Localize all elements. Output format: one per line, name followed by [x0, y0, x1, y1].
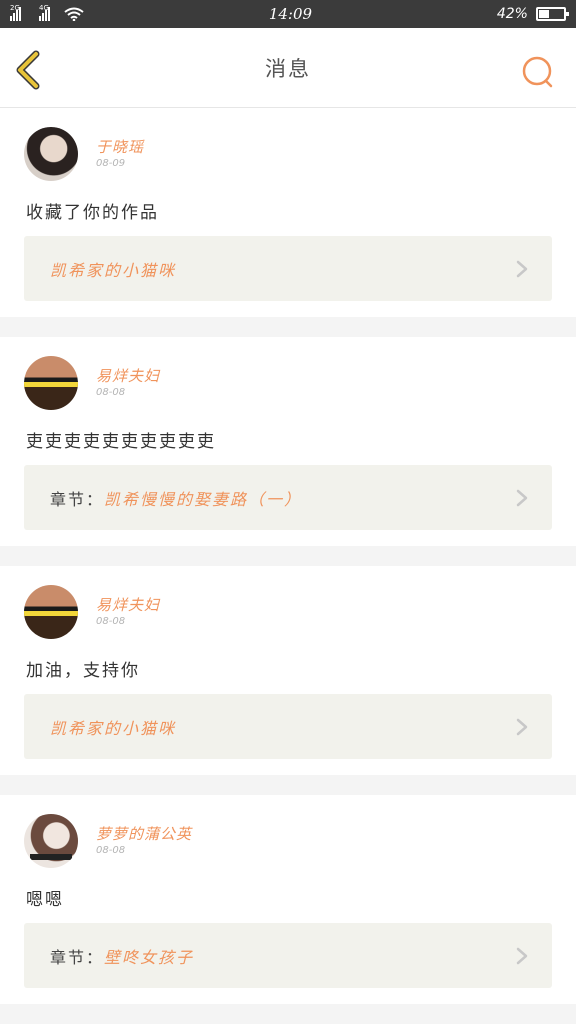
message-content: 加油，支持你	[26, 661, 140, 681]
message-date: 08-09	[96, 158, 126, 169]
message-card: 于晓瑶 08-09 收藏了你的作品 凯希家的小猫咪	[0, 108, 576, 317]
battery-icon	[535, 7, 569, 21]
ref-title: 凯希家的小猫咪	[50, 260, 177, 280]
signal-icon-1: 2G	[10, 4, 21, 21]
message-date: 08-08	[96, 845, 126, 856]
message-card: 易烊夫妇 08-08 加油，支持你 凯希家的小猫咪	[0, 566, 576, 775]
referenced-work[interactable]: 凯希家的小猫咪	[24, 694, 552, 759]
message-card: 萝萝的蒲公英 08-08 嗯嗯 章节： 壁咚女孩子	[0, 795, 576, 1004]
message-content: 收藏了你的作品	[26, 203, 159, 223]
ref-title: 凯希家的小猫咪	[50, 718, 177, 738]
search-button[interactable]	[520, 54, 556, 90]
battery-area: 42%	[496, 6, 569, 22]
clock: 14:09	[268, 5, 313, 23]
chevron-right-icon	[516, 260, 528, 278]
referenced-chapter[interactable]: 章节： 凯希慢慢的娶妻路（一）	[24, 465, 552, 530]
message-date: 08-08	[96, 616, 126, 627]
ref-prefix: 章节：	[50, 489, 105, 509]
chevron-right-icon	[516, 947, 528, 965]
avatar[interactable]	[24, 356, 78, 410]
signal-indicators: 2G 4G	[10, 4, 84, 21]
status-bar: 2G 4G 14:09 42%	[0, 0, 576, 28]
avatar[interactable]	[24, 585, 78, 639]
referenced-work[interactable]: 凯希家的小猫咪	[24, 236, 552, 301]
wifi-icon	[64, 7, 84, 21]
username[interactable]: 易烊夫妇	[96, 365, 160, 386]
network-label-1: 2G	[10, 4, 20, 12]
signal-icon-2: 4G	[39, 4, 50, 21]
username[interactable]: 易烊夫妇	[96, 594, 160, 615]
message-date: 08-08	[96, 387, 126, 398]
ref-prefix: 章节：	[50, 947, 105, 967]
message-content: 嗯嗯	[26, 890, 64, 910]
username[interactable]: 于晓瑶	[96, 136, 144, 157]
ref-title: 凯希慢慢的娶妻路（一）	[104, 489, 303, 509]
message-content: 吏吏吏吏吏吏吏吏吏吏	[26, 432, 216, 452]
chevron-right-icon	[516, 489, 528, 507]
avatar[interactable]	[24, 127, 78, 181]
battery-percent: 42%	[496, 6, 528, 22]
page-title: 消息	[265, 56, 311, 81]
search-icon	[522, 56, 553, 88]
message-card: 易烊夫妇 08-08 吏吏吏吏吏吏吏吏吏吏 章节： 凯希慢慢的娶妻路（一）	[0, 337, 576, 546]
avatar[interactable]	[24, 814, 78, 868]
message-list: 于晓瑶 08-09 收藏了你的作品 凯希家的小猫咪 易烊夫妇 08-08 吏吏吏…	[0, 108, 576, 1004]
referenced-chapter[interactable]: 章节： 壁咚女孩子	[24, 923, 552, 988]
network-label-2: 4G	[39, 4, 49, 12]
username[interactable]: 萝萝的蒲公英	[96, 823, 192, 844]
chevron-left-icon	[16, 50, 40, 90]
chevron-right-icon	[516, 718, 528, 736]
ref-title: 壁咚女孩子	[104, 947, 195, 967]
back-button[interactable]	[12, 50, 48, 90]
nav-bar: 消息	[0, 28, 576, 108]
